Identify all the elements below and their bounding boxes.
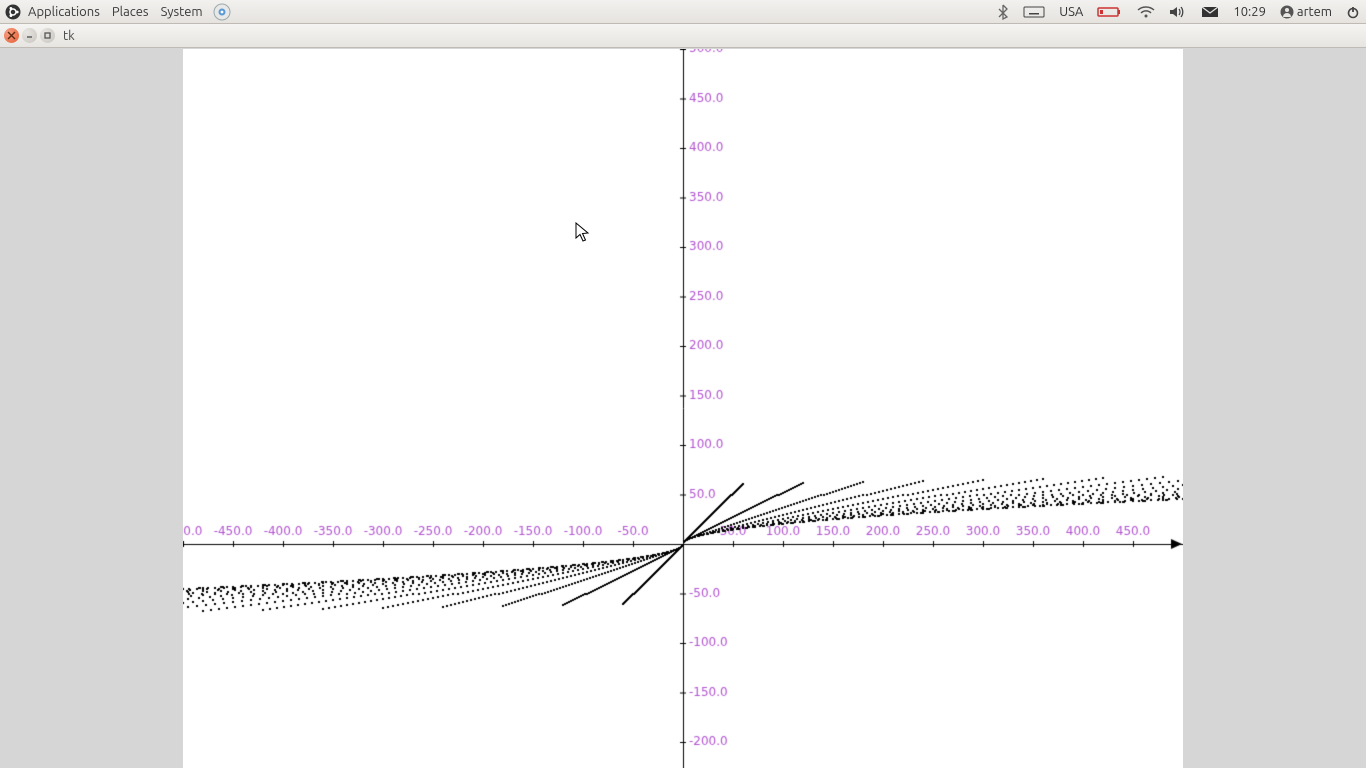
app-window-content — [183, 49, 1183, 768]
clock[interactable]: 10:29 — [1231, 0, 1268, 24]
power-icon[interactable] — [1344, 0, 1362, 24]
user-menu[interactable]: artem — [1278, 0, 1334, 24]
menu-applications[interactable]: Applications — [22, 5, 106, 19]
battery-icon[interactable] — [1095, 0, 1125, 24]
keyboard-icon[interactable] — [1021, 0, 1047, 24]
menu-system[interactable]: System — [155, 5, 209, 19]
panel-right: USA 10:29 artem — [995, 0, 1362, 24]
gnome-top-panel: Applications Places System USA 10:29 art — [0, 0, 1366, 24]
ubuntu-logo-icon[interactable] — [4, 3, 22, 21]
window-maximize-button[interactable] — [40, 28, 55, 43]
window-minimize-button[interactable] — [22, 28, 37, 43]
keyboard-layout-label[interactable]: USA — [1057, 0, 1085, 24]
username-label: artem — [1297, 5, 1332, 19]
window-title: tk — [63, 29, 75, 43]
bluetooth-icon[interactable] — [995, 0, 1011, 24]
mail-icon[interactable] — [1199, 0, 1221, 24]
window-buttons — [4, 28, 55, 43]
volume-icon[interactable] — [1167, 0, 1189, 24]
window-titlebar[interactable]: tk — [0, 24, 1366, 48]
menu-places[interactable]: Places — [106, 5, 155, 19]
window-close-button[interactable] — [4, 28, 19, 43]
browser-app-icon[interactable] — [213, 3, 231, 21]
desktop-background — [0, 49, 1366, 768]
wifi-icon[interactable] — [1135, 0, 1157, 24]
plot-canvas[interactable] — [183, 49, 1183, 768]
panel-left: Applications Places System — [4, 3, 231, 21]
